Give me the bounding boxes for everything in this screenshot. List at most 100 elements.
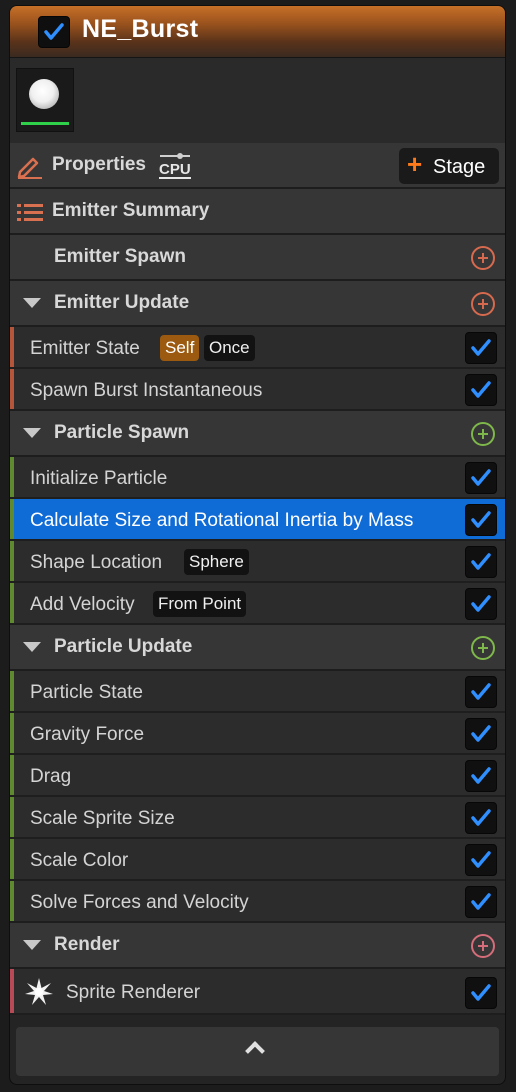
module-label: Solve Forces and Velocity — [30, 892, 249, 913]
checkmark-icon — [471, 469, 491, 486]
module-enabled-checkbox[interactable] — [465, 462, 497, 494]
emitter-thumbnail[interactable] — [16, 68, 74, 132]
checkmark-icon — [471, 893, 491, 910]
tag-once: Once — [204, 335, 255, 361]
checkmark-icon — [471, 595, 491, 612]
module-gravity-force[interactable]: Gravity Force — [10, 713, 505, 755]
render-header[interactable]: Render — [10, 923, 505, 969]
module-spawn-burst-instantaneous[interactable]: Spawn Burst Instantaneous — [10, 369, 505, 411]
emitter-update-header[interactable]: Emitter Update — [10, 281, 505, 327]
properties-row[interactable]: Properties CPU + Stage — [10, 143, 505, 189]
stage-accent-bar — [10, 541, 14, 581]
stage-accent-bar — [10, 327, 14, 367]
module-solve-forces-velocity[interactable]: Solve Forces and Velocity — [10, 881, 505, 923]
module-drag[interactable]: Drag — [10, 755, 505, 797]
add-emitter-spawn-module-icon[interactable] — [471, 246, 495, 270]
module-shape-location[interactable]: Shape Location Sphere — [10, 541, 505, 583]
emitter-spawn-label: Emitter Spawn — [54, 246, 186, 267]
add-particle-spawn-module-icon[interactable] — [471, 422, 495, 446]
render-label: Render — [54, 934, 120, 955]
checkmark-icon — [471, 984, 491, 1001]
tag-from-point: From Point — [153, 591, 247, 617]
module-particle-state[interactable]: Particle State — [10, 671, 505, 713]
emitter-update-label: Emitter Update — [54, 292, 190, 313]
module-label: Shape Location — [30, 552, 163, 573]
emitter-summary-label: Emitter Summary — [52, 200, 210, 221]
add-stage-button[interactable]: + Stage — [399, 148, 499, 184]
module-scale-sprite-size[interactable]: Scale Sprite Size — [10, 797, 505, 839]
stage-accent-bar — [10, 457, 14, 497]
particle-update-header[interactable]: Particle Update — [10, 625, 505, 671]
checkmark-icon — [471, 511, 491, 528]
module-scale-color[interactable]: Scale Color — [10, 839, 505, 881]
emitter-spawn-header[interactable]: Emitter Spawn — [10, 235, 505, 281]
add-particle-update-module-icon[interactable] — [471, 636, 495, 660]
module-enabled-checkbox[interactable] — [465, 676, 497, 708]
module-emitter-state[interactable]: Emitter State Self Once — [10, 327, 505, 369]
module-add-velocity[interactable]: Add Velocity From Point — [10, 583, 505, 625]
module-initialize-particle[interactable]: Initialize Particle — [10, 457, 505, 499]
module-calculate-size-rotational-inertia[interactable]: Calculate Size and Rotational Inertia by… — [10, 499, 505, 541]
module-enabled-checkbox[interactable] — [465, 802, 497, 834]
module-enabled-checkbox[interactable] — [465, 977, 497, 1009]
enable-emitter-checkbox[interactable] — [38, 16, 70, 48]
collapse-node-button[interactable] — [16, 1027, 499, 1076]
emitter-title-bar[interactable]: NE_Burst — [10, 6, 505, 58]
module-enabled-checkbox[interactable] — [465, 718, 497, 750]
list-icon — [17, 204, 43, 221]
module-label: Scale Color — [30, 850, 129, 871]
cpu-icon: CPU — [158, 151, 192, 181]
stage-accent-bar — [10, 713, 14, 753]
module-enabled-checkbox[interactable] — [465, 332, 497, 364]
add-renderer-icon[interactable] — [471, 934, 495, 958]
thumbnail-status-bar — [21, 122, 69, 125]
collapse-triangle-icon[interactable] — [23, 298, 41, 308]
module-label: Particle State — [30, 682, 143, 703]
module-label: Gravity Force — [30, 724, 145, 745]
tag-self: Self — [160, 335, 200, 361]
preview-area — [10, 58, 505, 143]
stage-label: Stage — [433, 156, 486, 178]
stage-accent-bar — [10, 671, 14, 711]
module-enabled-checkbox[interactable] — [465, 844, 497, 876]
properties-label: Properties — [52, 154, 146, 175]
checkmark-icon — [471, 851, 491, 868]
emitter-summary-row[interactable]: Emitter Summary — [10, 189, 505, 235]
stage-accent-bar — [10, 499, 14, 539]
stage-accent-bar — [10, 881, 14, 921]
module-enabled-checkbox[interactable] — [465, 374, 497, 406]
checkmark-icon — [471, 339, 491, 356]
collapse-triangle-icon[interactable] — [23, 642, 41, 652]
module-label: Drag — [30, 766, 72, 787]
module-label: Scale Sprite Size — [30, 808, 175, 829]
module-enabled-checkbox[interactable] — [465, 588, 497, 620]
chevron-up-icon — [245, 1041, 265, 1061]
checkbox-checked-icon — [44, 23, 64, 40]
module-label: Initialize Particle — [30, 468, 168, 489]
cpu-label: CPU — [159, 161, 191, 179]
checkmark-icon — [471, 809, 491, 826]
checkmark-icon — [471, 553, 491, 570]
stage-accent-bar — [10, 797, 14, 837]
particle-preview-icon — [29, 79, 59, 109]
module-enabled-checkbox[interactable] — [465, 760, 497, 792]
module-label: Add Velocity — [30, 594, 135, 615]
pencil-icon — [17, 157, 42, 179]
stage-accent-bar — [10, 583, 14, 623]
add-emitter-update-module-icon[interactable] — [471, 292, 495, 316]
module-enabled-checkbox[interactable] — [465, 504, 497, 536]
module-label: Calculate Size and Rotational Inertia by… — [30, 510, 414, 531]
collapse-triangle-icon[interactable] — [23, 940, 41, 950]
module-label: Sprite Renderer — [66, 982, 201, 1003]
particle-update-label: Particle Update — [54, 636, 193, 657]
module-label: Spawn Burst Instantaneous — [30, 380, 263, 401]
module-enabled-checkbox[interactable] — [465, 546, 497, 578]
collapse-triangle-icon[interactable] — [23, 428, 41, 438]
checkmark-icon — [471, 725, 491, 742]
stage-accent-bar — [10, 969, 14, 1013]
particle-spawn-header[interactable]: Particle Spawn — [10, 411, 505, 457]
module-enabled-checkbox[interactable] — [465, 886, 497, 918]
emitter-node: NE_Burst Properties CPU + Stage Emitter … — [9, 5, 506, 1085]
module-label: Emitter State — [30, 338, 140, 359]
module-sprite-renderer[interactable]: Sprite Renderer — [10, 969, 505, 1015]
